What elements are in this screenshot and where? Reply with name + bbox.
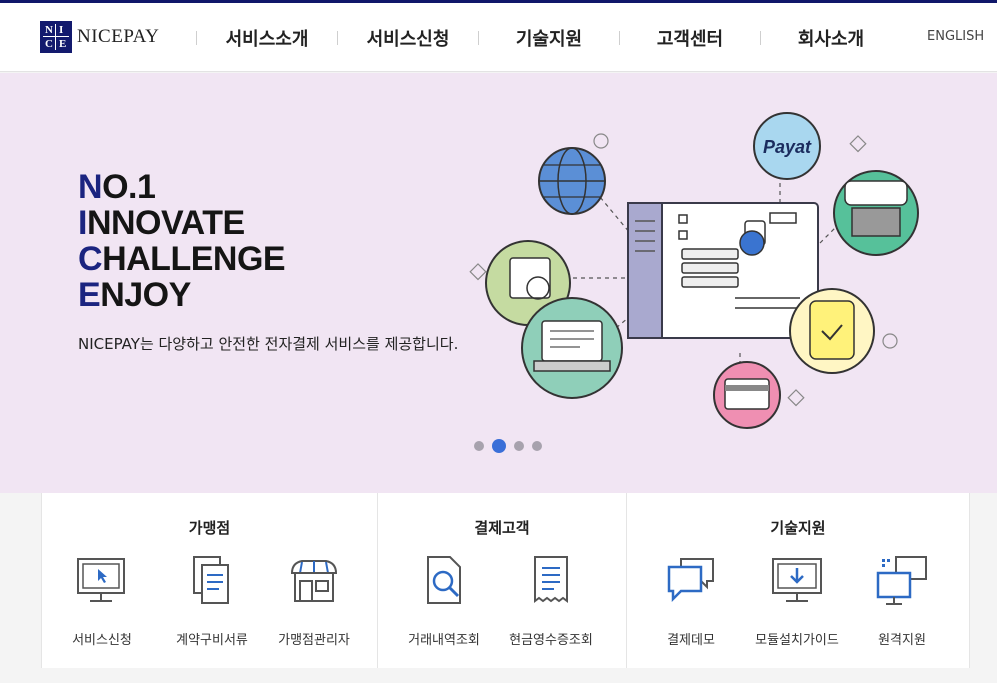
banner-dot-4[interactable]: [532, 441, 542, 451]
quick-item-service-apply[interactable]: 서비스신청: [42, 553, 162, 648]
quick-label: 서비스신청: [72, 633, 132, 648]
quick-label: 현금영수증조회: [509, 633, 593, 648]
quick-item-transaction-lookup[interactable]: 거래내역조회: [384, 553, 504, 648]
site-header: N I C E NICEPAY 서비스소개 서비스신청 기술지원 고객센터 회사…: [0, 3, 997, 72]
nav-service-intro[interactable]: 서비스소개: [197, 25, 337, 51]
group-title-merchant: 가맹점: [188, 519, 231, 537]
quick-item-payment-demo[interactable]: 결제데모: [631, 553, 751, 648]
quick-label: 가맹점관리자: [278, 633, 350, 648]
banner-dot-2-active[interactable]: [492, 439, 506, 453]
main-nav: 서비스소개 서비스신청 기술지원 고객센터 회사소개: [196, 3, 901, 72]
quick-label: 모듈설치가이드: [755, 633, 839, 648]
nav-company-intro[interactable]: 회사소개: [761, 25, 901, 51]
quick-item-cash-receipt-lookup[interactable]: 현금영수증조회: [491, 553, 611, 648]
quick-item-remote-support[interactable]: 원격지원: [842, 553, 962, 648]
store-icon: [290, 560, 338, 602]
banner-dot-3[interactable]: [514, 441, 524, 451]
quick-menu: 가맹점 서비스신청 계약구비서류 가맹점관리자 결제고객 거래내역조회 현금영수…: [41, 493, 970, 668]
banner-description: NICEPAY는 다양하고 안전한 전자결제 서비스를 제공합니다.: [78, 335, 459, 353]
banner-pagination: [474, 439, 542, 453]
page-bottom: [0, 668, 997, 683]
remote-monitors-icon: [876, 556, 927, 605]
nav-customer-center[interactable]: 고객센터: [620, 25, 760, 51]
quick-label: 결제데모: [667, 633, 715, 648]
monitor-cursor-icon: [77, 558, 125, 602]
chat-icon: [667, 558, 714, 603]
quick-label: 원격지원: [878, 633, 926, 648]
nice-logo-icon: N I C E: [40, 21, 72, 53]
quick-item-module-install-guide[interactable]: 모듈설치가이드: [737, 553, 857, 648]
nav-service-apply[interactable]: 서비스신청: [338, 25, 478, 51]
nicepay-logo[interactable]: N I C E NICEPAY: [40, 21, 159, 53]
group-title-tech-support: 기술지원: [770, 519, 826, 537]
quick-group-merchant: 가맹점 서비스신청 계약구비서류 가맹점관리자: [42, 493, 377, 668]
documents-icon: [193, 556, 229, 604]
download-monitor-icon: [772, 558, 822, 602]
banner-dot-1[interactable]: [474, 441, 484, 451]
group-title-customer: 결제고객: [474, 519, 530, 537]
quick-label: 거래내역조회: [408, 633, 480, 648]
quick-group-customer: 결제고객 거래내역조회 현금영수증조회: [377, 493, 626, 668]
payat-badge-text: Payat: [763, 137, 812, 157]
quick-group-tech-support: 기술지원 결제데모 모듈설치가이드 원격지원: [626, 493, 969, 668]
logo-text: NICEPAY: [77, 26, 160, 47]
receipt-icon: [534, 556, 568, 603]
search-document-icon: [427, 556, 461, 604]
language-english-link[interactable]: ENGLISH: [927, 29, 984, 44]
main-banner[interactable]: NO.1 INNOVATE CHALLENGE ENJOY NICEPAY는 다…: [0, 73, 997, 493]
banner-slogan: NO.1 INNOVATE CHALLENGE ENJOY: [78, 168, 286, 314]
quick-item-merchant-admin[interactable]: 가맹점관리자: [254, 553, 374, 648]
payment-network-illustration: Payat: [469, 112, 919, 429]
nav-tech-support[interactable]: 기술지원: [479, 25, 619, 51]
nicepay-homepage: N I C E NICEPAY 서비스소개 서비스신청 기술지원 고객센터 회사…: [0, 0, 997, 683]
